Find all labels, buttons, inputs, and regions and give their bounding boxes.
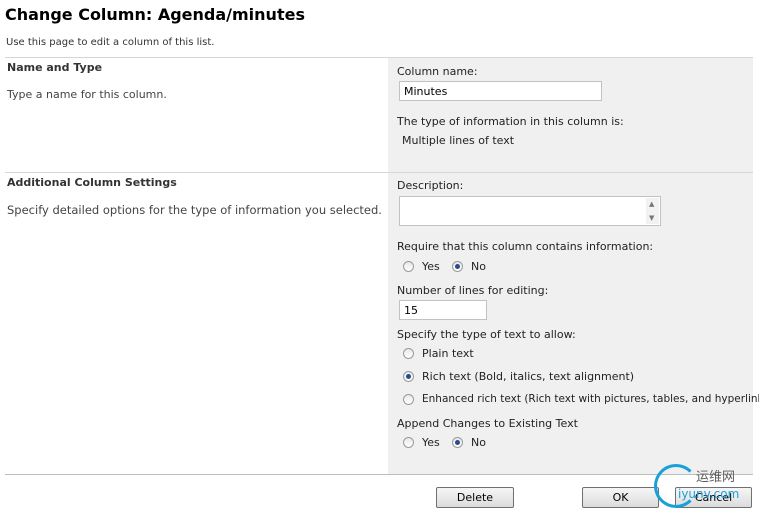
page-title: Change Column: Agenda/minutes: [5, 5, 305, 24]
name-and-type-info: Name and Type Type a name for this colum…: [5, 58, 388, 172]
watermark-en-text: iyunv.com: [678, 487, 740, 501]
rich-text-label: Rich text (Bold, italics, text alignment…: [422, 370, 635, 383]
page-description: Use this page to edit a column of this l…: [6, 37, 215, 48]
name-and-type-title: Name and Type: [7, 61, 103, 74]
require-yes-radio[interactable]: [403, 261, 414, 272]
ok-button[interactable]: OK: [582, 487, 659, 508]
column-name-label: Column name:: [397, 65, 478, 78]
append-yes-radio[interactable]: [403, 437, 414, 448]
text-type-label: Specify the type of text to allow:: [397, 328, 576, 341]
column-type-value: Multiple lines of text: [402, 134, 515, 147]
plain-text-radio[interactable]: [403, 348, 414, 359]
watermark-logo: 运维网 iyunv.com: [652, 462, 759, 510]
lines-input[interactable]: 15: [399, 300, 487, 320]
watermark-cn-text: 运维网: [696, 470, 736, 485]
require-yes-label: Yes: [422, 260, 440, 273]
description-scrollbar[interactable]: ▲ ▼: [646, 198, 659, 224]
scroll-down-icon[interactable]: ▼: [649, 214, 654, 222]
column-name-input[interactable]: Minutes: [399, 81, 602, 101]
watermark-ring-icon: [654, 464, 698, 508]
require-no-radio[interactable]: [452, 261, 463, 272]
append-no-radio[interactable]: [452, 437, 463, 448]
description-textarea[interactable]: ▲ ▼: [399, 196, 661, 226]
append-label: Append Changes to Existing Text: [397, 417, 578, 430]
lines-label: Number of lines for editing:: [397, 284, 549, 297]
name-and-type-section: Name and Type Type a name for this colum…: [5, 57, 753, 172]
footer-divider: [5, 474, 753, 475]
scroll-up-icon[interactable]: ▲: [649, 200, 654, 208]
require-label: Require that this column contains inform…: [397, 240, 654, 253]
name-and-type-description: Type a name for this column.: [7, 88, 167, 101]
enhanced-rich-text-label: Enhanced rich text (Rich text with pictu…: [422, 393, 759, 405]
append-no-label: No: [471, 436, 486, 449]
rich-text-radio[interactable]: [403, 371, 414, 382]
additional-settings-controls: Description: ▲ ▼ Require that this colum…: [388, 173, 759, 475]
column-type-label: The type of information in this column i…: [397, 115, 624, 128]
description-label: Description:: [397, 179, 464, 192]
append-yes-label: Yes: [422, 436, 440, 449]
enhanced-rich-text-radio[interactable]: [403, 394, 414, 405]
additional-settings-title: Additional Column Settings: [7, 176, 177, 189]
additional-settings-section: Additional Column Settings Specify detai…: [5, 172, 759, 475]
require-no-label: No: [471, 260, 486, 273]
additional-settings-info: Additional Column Settings Specify detai…: [5, 173, 388, 475]
name-and-type-controls: Column name: Minutes The type of informa…: [388, 58, 753, 172]
additional-settings-description: Specify detailed options for the type of…: [7, 203, 382, 217]
delete-button[interactable]: Delete: [436, 487, 514, 508]
plain-text-label: Plain text: [422, 347, 474, 360]
